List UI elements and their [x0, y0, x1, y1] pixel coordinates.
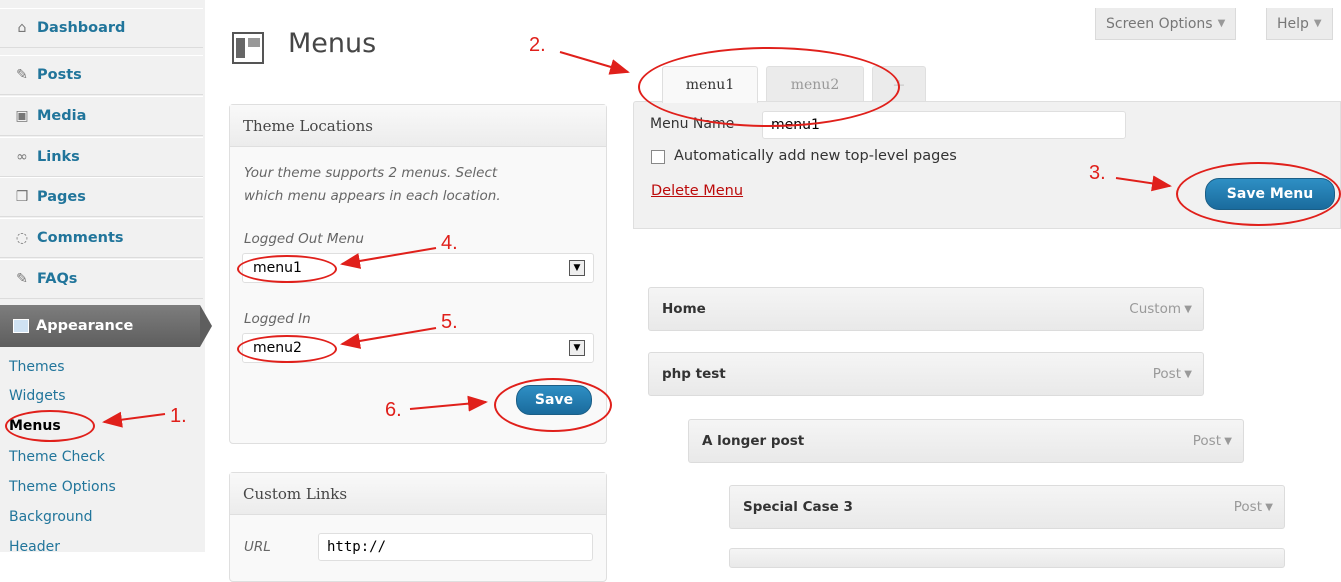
- annotation-arrow-2: [559, 51, 630, 75]
- tab-menu1[interactable]: menu1: [662, 66, 758, 103]
- annotation-arrow-3: [1115, 175, 1172, 192]
- annotation-arrow-4: [340, 247, 437, 269]
- annotation-arrow-6: [409, 395, 488, 412]
- annotation-arrow-5: [340, 327, 437, 349]
- annotation-arrow-1: [102, 411, 166, 428]
